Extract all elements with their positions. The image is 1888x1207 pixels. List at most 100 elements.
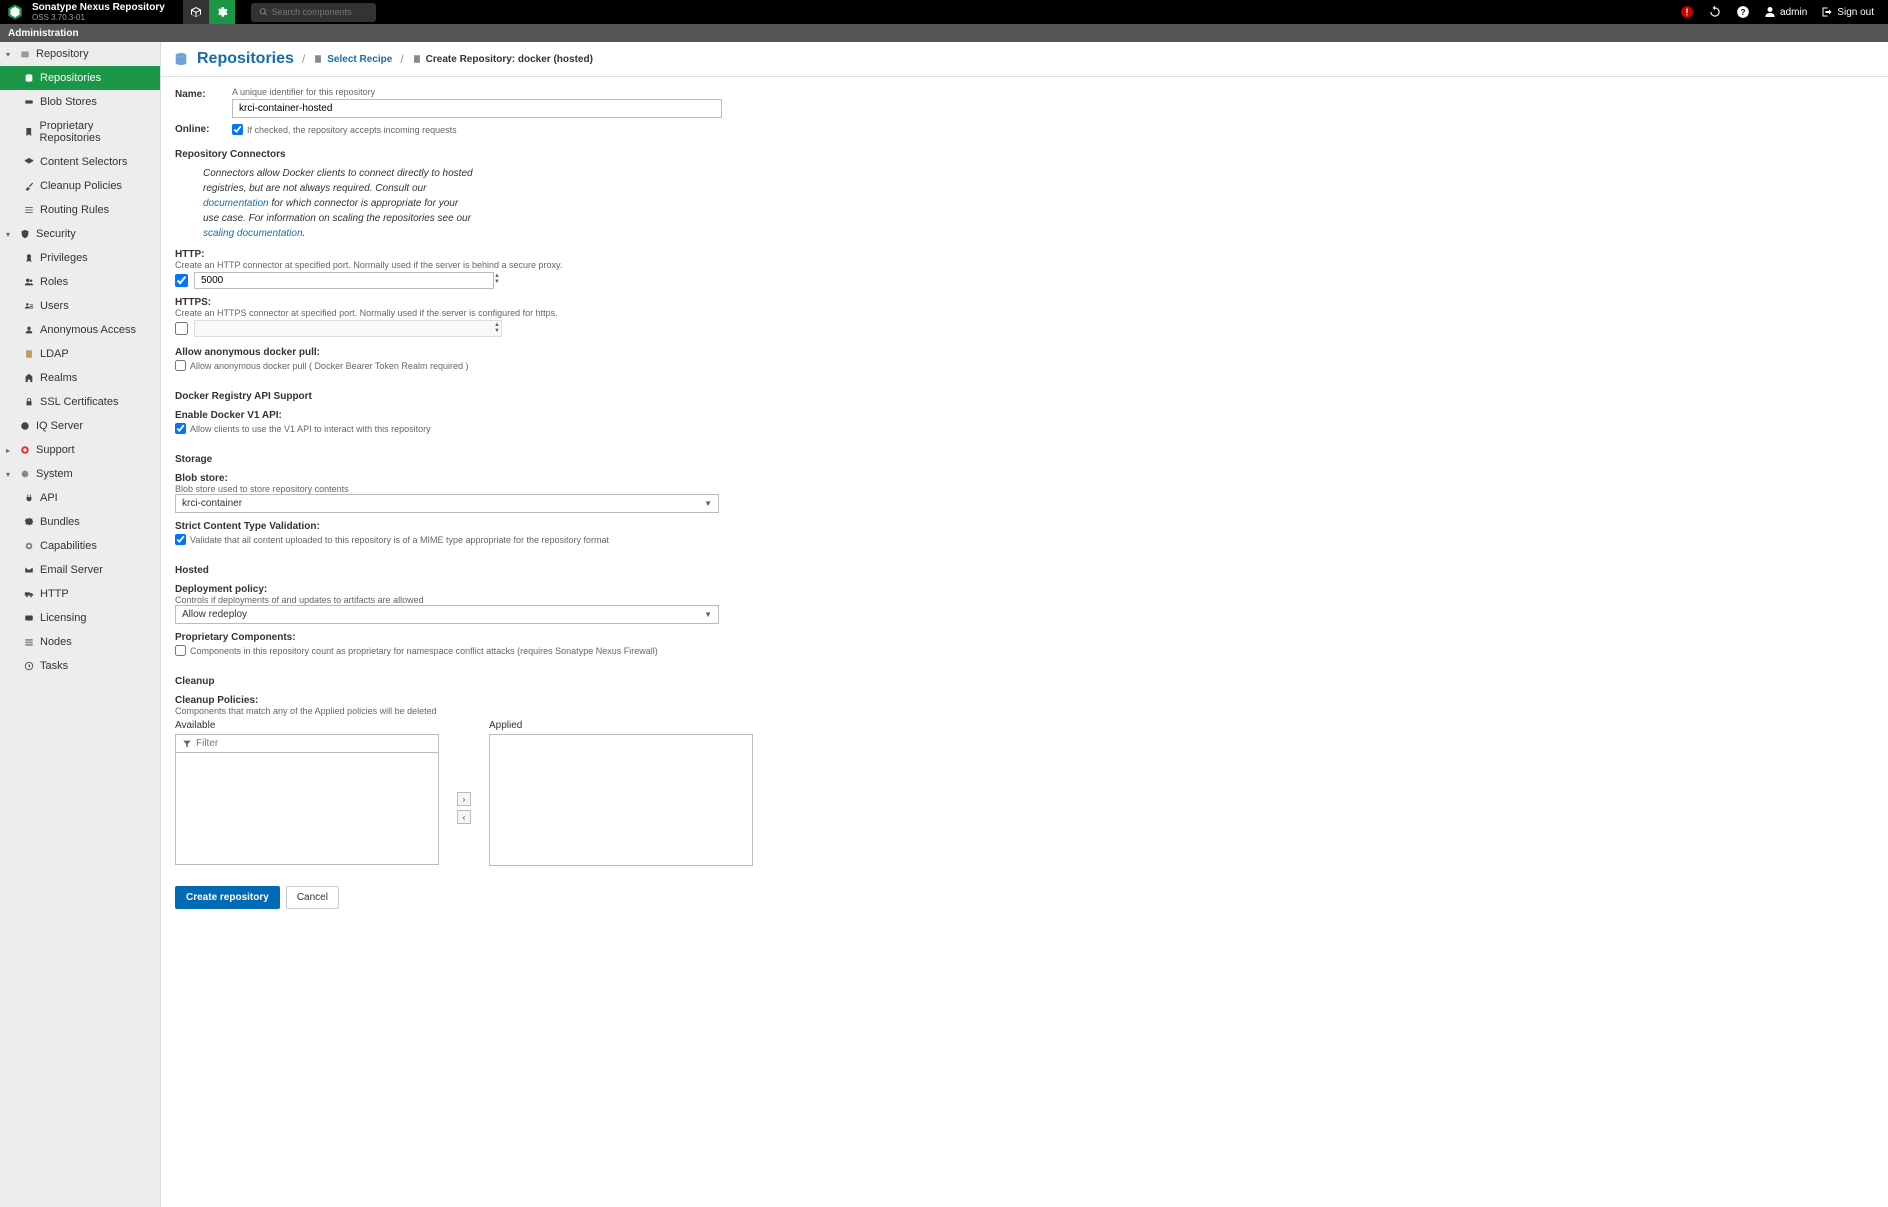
name-label: Name: bbox=[175, 87, 232, 118]
applied-list[interactable] bbox=[489, 734, 753, 866]
filter-input[interactable] bbox=[196, 738, 432, 749]
doc-icon bbox=[313, 54, 323, 64]
browse-mode-button[interactable] bbox=[183, 0, 209, 24]
blob-label: Blob store: bbox=[175, 473, 1870, 484]
sidebar-item-proprietary[interactable]: Proprietary Repositories bbox=[0, 114, 160, 150]
blob-store-select[interactable]: krci-container▼ bbox=[175, 494, 719, 513]
strict-checkbox[interactable] bbox=[175, 534, 186, 545]
broom-icon bbox=[24, 181, 34, 191]
https-label: HTTPS: bbox=[175, 297, 1870, 308]
sidebar-item-nodes[interactable]: Nodes bbox=[0, 630, 160, 654]
shield-icon bbox=[20, 229, 30, 239]
wallet-icon bbox=[24, 613, 34, 623]
anon-icon bbox=[24, 325, 34, 335]
available-list[interactable] bbox=[175, 752, 439, 865]
anon-pull-checkbox[interactable] bbox=[175, 360, 186, 371]
sidebar-group-system[interactable]: ▾System bbox=[0, 462, 160, 486]
sidebar-item-cleanup-policies[interactable]: Cleanup Policies bbox=[0, 174, 160, 198]
cap-gear-icon bbox=[24, 541, 34, 551]
api-heading: Docker Registry API Support bbox=[175, 391, 1870, 402]
scaling-doc-link[interactable]: scaling documentation bbox=[203, 228, 303, 239]
create-repository-button[interactable]: Create repository bbox=[175, 886, 280, 909]
applied-label: Applied bbox=[489, 720, 753, 731]
sidebar-item-api[interactable]: API bbox=[0, 486, 160, 510]
move-right-button[interactable]: › bbox=[457, 792, 471, 806]
http-spinner[interactable]: ▲▼ bbox=[494, 273, 500, 285]
name-input[interactable] bbox=[232, 99, 722, 118]
v1-option: Allow clients to use the V1 API to inter… bbox=[190, 424, 431, 434]
folder-icon bbox=[20, 49, 30, 59]
sidebar-item-roles[interactable]: Roles bbox=[0, 270, 160, 294]
sidebar-item-tasks[interactable]: Tasks bbox=[0, 654, 160, 678]
breadcrumb-current: Create Repository: docker (hosted) bbox=[412, 54, 593, 65]
cube-icon bbox=[190, 6, 202, 18]
sidebar-item-ssl[interactable]: SSL Certificates bbox=[0, 390, 160, 414]
user-menu[interactable]: admin bbox=[1764, 6, 1807, 18]
http-port-input[interactable] bbox=[194, 272, 494, 289]
sidebar-item-realms[interactable]: Realms bbox=[0, 366, 160, 390]
sidebar-item-blob-stores[interactable]: Blob Stores bbox=[0, 90, 160, 114]
sidebar-item-http[interactable]: HTTP bbox=[0, 582, 160, 606]
prop-label: Proprietary Components: bbox=[175, 632, 1870, 643]
alert-icon[interactable] bbox=[1680, 5, 1694, 19]
search-wrap[interactable] bbox=[251, 3, 376, 22]
cancel-button[interactable]: Cancel bbox=[286, 886, 339, 909]
sidebar-item-ldap[interactable]: LDAP bbox=[0, 342, 160, 366]
sidebar-item-anon-access[interactable]: Anonymous Access bbox=[0, 318, 160, 342]
search-icon bbox=[259, 7, 268, 17]
breadcrumb: Repositories / Select Recipe / Create Re… bbox=[161, 42, 1888, 77]
sidebar-item-routing-rules[interactable]: Routing Rules bbox=[0, 198, 160, 222]
sidebar-item-repositories[interactable]: Repositories bbox=[0, 66, 160, 90]
gears-icon bbox=[20, 469, 30, 479]
route-icon bbox=[24, 205, 34, 215]
https-hint: Create an HTTPS connector at specified p… bbox=[175, 308, 1870, 318]
sidebar-item-licensing[interactable]: Licensing bbox=[0, 606, 160, 630]
http-checkbox[interactable] bbox=[175, 274, 188, 287]
plug-icon bbox=[24, 493, 34, 503]
name-hint: A unique identifier for this repository bbox=[232, 87, 1870, 97]
refresh-icon[interactable] bbox=[1708, 5, 1722, 19]
http-label: HTTP: bbox=[175, 249, 1870, 260]
user-icon bbox=[1764, 6, 1776, 18]
sidebar-item-privileges[interactable]: Privileges bbox=[0, 246, 160, 270]
deploy-policy-select[interactable]: Allow redeploy▼ bbox=[175, 605, 719, 624]
gear-icon bbox=[216, 6, 228, 18]
anon-pull-option: Allow anonymous docker pull ( Docker Bea… bbox=[190, 361, 468, 371]
help-icon[interactable]: ? bbox=[1736, 5, 1750, 19]
sidebar-group-security[interactable]: ▾Security bbox=[0, 222, 160, 246]
page-title[interactable]: Repositories bbox=[197, 50, 294, 68]
v1-checkbox[interactable] bbox=[175, 423, 186, 434]
sign-out-button[interactable]: Sign out bbox=[1821, 6, 1874, 18]
online-checkbox[interactable] bbox=[232, 124, 243, 135]
doc-icon bbox=[412, 54, 422, 64]
iq-icon bbox=[20, 421, 30, 431]
https-checkbox[interactable] bbox=[175, 322, 188, 335]
sidebar-group-support[interactable]: ▸Support bbox=[0, 438, 160, 462]
layers-icon bbox=[24, 157, 34, 167]
bookmark-icon bbox=[24, 127, 34, 137]
hdd-icon bbox=[24, 97, 34, 107]
sidebar-item-bundles[interactable]: Bundles bbox=[0, 510, 160, 534]
strict-label: Strict Content Type Validation: bbox=[175, 521, 1870, 532]
filter-wrap[interactable] bbox=[175, 734, 439, 753]
puzzle-icon bbox=[24, 517, 34, 527]
sidebar-item-users[interactable]: Users bbox=[0, 294, 160, 318]
sidebar-item-email[interactable]: Email Server bbox=[0, 558, 160, 582]
mail-icon bbox=[24, 565, 34, 575]
clock-icon bbox=[24, 661, 34, 671]
documentation-link[interactable]: documentation bbox=[203, 198, 269, 209]
connectors-info: Connectors allow Docker clients to conne… bbox=[203, 166, 473, 241]
filter-icon bbox=[182, 739, 192, 749]
badge-icon bbox=[24, 253, 34, 263]
search-input[interactable] bbox=[272, 7, 368, 17]
admin-mode-button[interactable] bbox=[209, 0, 235, 24]
https-port-input bbox=[194, 320, 502, 337]
sidebar-item-content-selectors[interactable]: Content Selectors bbox=[0, 150, 160, 174]
anon-pull-label: Allow anonymous docker pull: bbox=[175, 347, 1870, 358]
sidebar-item-capabilities[interactable]: Capabilities bbox=[0, 534, 160, 558]
move-left-button[interactable]: ‹ bbox=[457, 810, 471, 824]
sidebar-item-iq[interactable]: ▸IQ Server bbox=[0, 414, 160, 438]
sidebar-group-repository[interactable]: ▾Repository bbox=[0, 42, 160, 66]
prop-checkbox[interactable] bbox=[175, 645, 186, 656]
breadcrumb-select-recipe[interactable]: Select Recipe bbox=[313, 54, 392, 65]
